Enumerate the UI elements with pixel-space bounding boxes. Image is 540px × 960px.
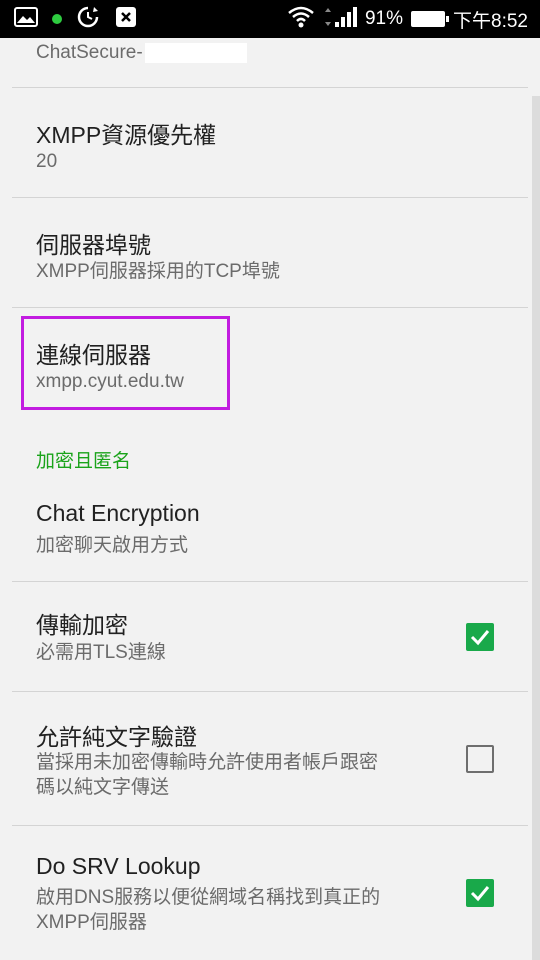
require-tls-pref[interactable]: 傳輸加密 必需用TLS連線 <box>0 582 528 692</box>
srv-lookup-summary: 啟用DNS服務以便從網域名稱找到真正的 XMPP伺服器 <box>36 885 380 935</box>
require-tls-summary: 必需用TLS連線 <box>36 642 166 663</box>
chat-encryption-summary: 加密聊天啟用方式 <box>36 535 189 556</box>
scrollbar[interactable] <box>532 96 540 960</box>
chat-encryption-title: Chat Encryption <box>36 500 200 526</box>
highlight-box <box>21 316 230 410</box>
clock: 下午8:52 <box>453 10 528 32</box>
category-header: 加密且匿名 <box>36 451 132 472</box>
srv-lookup-summary-line2: XMPP伺服器 <box>36 912 147 933</box>
priority-title: XMPP資源優先權 <box>36 122 217 148</box>
srv-lookup-checkbox[interactable] <box>466 879 494 907</box>
battery-icon <box>411 11 450 27</box>
server-port-summary: XMPP伺服器採用的TCP埠號 <box>36 261 280 282</box>
sync-icon <box>76 5 100 34</box>
gallery-icon <box>14 6 38 32</box>
settings-list: ChatSecure- XMPP資源優先權 20 伺服器埠號 XMPP伺服器採用… <box>0 38 540 960</box>
srv-lookup-pref[interactable]: Do SRV Lookup 啟用DNS服務以便從網域名稱找到真正的 XMPP伺服… <box>0 826 528 960</box>
status-bar-left <box>14 5 138 34</box>
app-update-icon <box>114 5 138 34</box>
require-tls-title: 傳輸加密 <box>36 612 128 638</box>
plain-auth-summary-line1: 當採用未加密傳輸時允許使用者帳戶跟密 <box>36 752 379 773</box>
plain-auth-title: 允許純文字驗證 <box>36 724 197 750</box>
chat-encryption-pref[interactable]: Chat Encryption 加密聊天啟用方式 <box>0 478 528 582</box>
require-tls-checkbox[interactable] <box>466 623 494 651</box>
account-name-summary: ChatSecure- <box>36 40 247 65</box>
redacted-block <box>144 42 247 63</box>
signal-icon <box>323 6 357 33</box>
status-bar: 91% 下午8:52 <box>0 0 540 38</box>
plain-auth-summary: 當採用未加密傳輸時允許使用者帳戶跟密 碼以純文字傳送 <box>36 750 378 800</box>
plain-auth-checkbox[interactable] <box>466 745 494 773</box>
priority-pref[interactable]: XMPP資源優先權 20 <box>0 88 528 198</box>
priority-summary: 20 <box>36 151 58 172</box>
plain-auth-pref[interactable]: 允許純文字驗證 當採用未加密傳輸時允許使用者帳戶跟密 碼以純文字傳送 <box>0 692 528 826</box>
srv-lookup-title: Do SRV Lookup <box>36 853 201 879</box>
battery-percent: 91% <box>364 8 404 29</box>
server-port-pref[interactable]: 伺服器埠號 XMPP伺服器採用的TCP埠號 <box>0 198 528 308</box>
plain-auth-summary-line2: 碼以純文字傳送 <box>36 777 170 798</box>
srv-lookup-summary-line1: 啟用DNS服務以便從網域名稱找到真正的 <box>36 887 381 908</box>
account-name-pref[interactable]: ChatSecure- <box>0 38 528 88</box>
notification-dot-icon <box>52 14 62 24</box>
status-bar-right: 91% 下午8:52 <box>287 6 528 32</box>
wifi-icon <box>287 6 315 33</box>
server-port-title: 伺服器埠號 <box>36 232 151 258</box>
